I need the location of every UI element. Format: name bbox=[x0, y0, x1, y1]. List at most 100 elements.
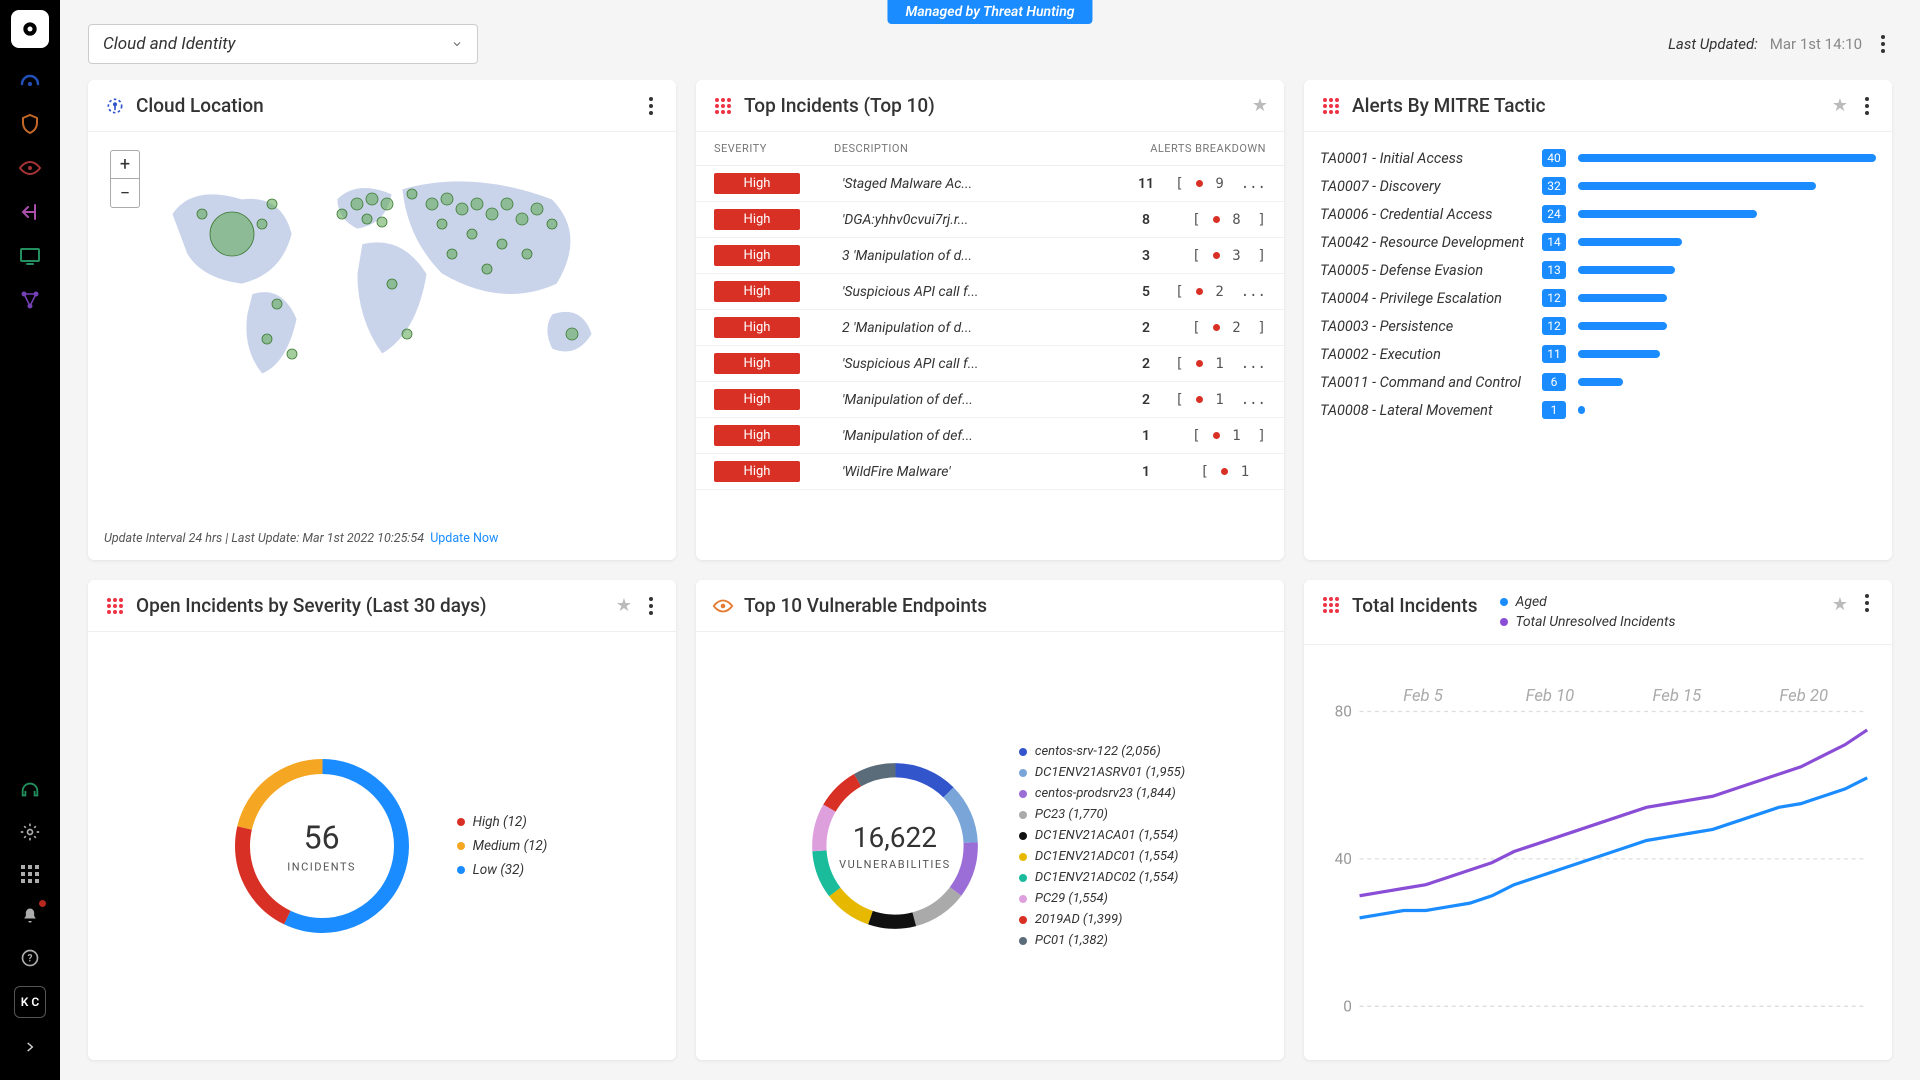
star-icon[interactable]: ★ bbox=[1252, 95, 1268, 116]
star-icon[interactable]: ★ bbox=[616, 595, 632, 616]
mitre-label: TA0011 - Command and Control bbox=[1320, 374, 1530, 391]
incident-description: 'Manipulation of def... bbox=[834, 392, 1126, 408]
svg-text:Feb 5: Feb 5 bbox=[1403, 687, 1443, 706]
login-icon[interactable] bbox=[16, 198, 44, 226]
target-icon bbox=[104, 95, 126, 117]
map-zoom-controls: + − bbox=[110, 150, 140, 208]
incident-description: 'WildFire Malware' bbox=[834, 464, 1126, 480]
legend-item[interactable]: Medium (12) bbox=[457, 838, 548, 854]
alerts-breakdown: [ 8 ] bbox=[1166, 212, 1266, 228]
severity-badge: High bbox=[714, 317, 800, 338]
legend-item[interactable]: PC29 (1,554) bbox=[1019, 891, 1185, 906]
cloud-location-card: Cloud Location + − bbox=[88, 80, 676, 560]
table-row[interactable]: High 'WildFire Malware' 1 [ 1 bbox=[696, 454, 1284, 490]
mitre-tactic-row[interactable]: TA0006 - Credential Access 24 bbox=[1320, 200, 1876, 228]
mitre-count: 40 bbox=[1542, 149, 1566, 167]
mitre-tactic-row[interactable]: TA0004 - Privilege Escalation 12 bbox=[1320, 284, 1876, 312]
dashboard-menu-icon[interactable] bbox=[1874, 35, 1892, 53]
legend-item[interactable]: DC1ENV21ASRV01 (1,955) bbox=[1019, 765, 1185, 780]
svg-text:80: 80 bbox=[1335, 703, 1352, 721]
legend-item[interactable]: 2019AD (1,399) bbox=[1019, 912, 1185, 927]
legend-item[interactable]: DC1ENV21ADC02 (1,554) bbox=[1019, 870, 1185, 885]
mitre-tactic-row[interactable]: TA0005 - Defense Evasion 13 bbox=[1320, 256, 1876, 284]
table-row[interactable]: High 'Staged Malware Ac... 11 [ 9 ... bbox=[696, 166, 1284, 202]
legend-item[interactable]: PC23 (1,770) bbox=[1019, 807, 1185, 822]
severity-badge: High bbox=[714, 425, 800, 446]
table-row[interactable]: High 'DGA:yhhv0cvui7rj.r... 8 [ 8 ] bbox=[696, 202, 1284, 238]
legend-item[interactable]: High (12) bbox=[457, 814, 548, 830]
star-icon[interactable]: ★ bbox=[1832, 594, 1848, 615]
mitre-tactic-row[interactable]: TA0011 - Command and Control 6 bbox=[1320, 368, 1876, 396]
legend-item[interactable]: centos-srv-122 (2,056) bbox=[1019, 744, 1185, 759]
mitre-tactic-row[interactable]: TA0002 - Execution 11 bbox=[1320, 340, 1876, 368]
card-menu-icon[interactable] bbox=[642, 597, 660, 615]
table-row[interactable]: High 2 'Manipulation of d... 2 [ 2 ] bbox=[696, 310, 1284, 346]
mitre-label: TA0001 - Initial Access bbox=[1320, 150, 1530, 167]
help-icon[interactable]: ? bbox=[16, 944, 44, 972]
mitre-tactic-row[interactable]: TA0003 - Persistence 12 bbox=[1320, 312, 1876, 340]
table-row[interactable]: High 'Suspicious API call f... 2 [ 1 ... bbox=[696, 346, 1284, 382]
dashboard-selector-value: Cloud and Identity bbox=[103, 34, 236, 54]
card-menu-icon[interactable] bbox=[642, 97, 660, 115]
alerts-breakdown: [ 2 ] bbox=[1166, 320, 1266, 336]
card-title: Top 10 Vulnerable Endpoints bbox=[744, 594, 1268, 617]
table-row[interactable]: High 'Manipulation of def... 1 [ 1 ] bbox=[696, 418, 1284, 454]
legend-item[interactable]: centos-prodsrv23 (1,844) bbox=[1019, 786, 1185, 801]
incident-description: 2 'Manipulation of d... bbox=[834, 320, 1126, 336]
incident-description: 'Suspicious API call f... bbox=[834, 356, 1126, 372]
legend-item[interactable]: PC01 (1,382) bbox=[1019, 933, 1185, 948]
eye-icon[interactable] bbox=[16, 154, 44, 182]
legend-item[interactable]: Aged bbox=[1500, 594, 1676, 610]
dashboard-selector[interactable]: Cloud and Identity bbox=[88, 24, 478, 64]
severity-badge: High bbox=[714, 389, 800, 410]
alert-count: 2 bbox=[1126, 392, 1166, 408]
severity-badge: High bbox=[714, 245, 800, 266]
mitre-label: TA0042 - Resource Development bbox=[1320, 234, 1530, 251]
map-footer: Update Interval 24 hrs | Last Update: Ma… bbox=[88, 523, 676, 560]
zoom-out-button[interactable]: − bbox=[111, 179, 139, 207]
card-title: Total Incidents bbox=[1352, 594, 1478, 617]
table-row[interactable]: High 'Manipulation of def... 2 [ 1 ... bbox=[696, 382, 1284, 418]
card-title: Top Incidents (Top 10) bbox=[744, 94, 1242, 117]
incident-description: 'Suspicious API call f... bbox=[834, 284, 1126, 300]
total-incidents-card: Total Incidents Aged Total Unresolved Inc… bbox=[1304, 580, 1892, 1060]
nodes-icon[interactable] bbox=[16, 286, 44, 314]
world-map[interactable]: + − bbox=[104, 144, 660, 404]
user-badge[interactable]: K C bbox=[14, 986, 46, 1018]
mitre-tactic-row[interactable]: TA0007 - Discovery 32 bbox=[1320, 172, 1876, 200]
mitre-label: TA0002 - Execution bbox=[1320, 346, 1530, 363]
card-menu-icon[interactable] bbox=[1858, 97, 1876, 115]
apps-icon[interactable] bbox=[16, 860, 44, 888]
star-icon[interactable]: ★ bbox=[1832, 95, 1848, 116]
bell-icon[interactable] bbox=[16, 902, 44, 930]
legend-item[interactable]: DC1ENV21ACA01 (1,554) bbox=[1019, 828, 1185, 843]
headset-icon[interactable] bbox=[16, 776, 44, 804]
table-row[interactable]: High 3 'Manipulation of d... 3 [ 3 ] bbox=[696, 238, 1284, 274]
mitre-tactic-row[interactable]: TA0008 - Lateral Movement 1 bbox=[1320, 396, 1876, 424]
expand-sidebar-icon[interactable] bbox=[14, 1032, 46, 1062]
zoom-in-button[interactable]: + bbox=[111, 151, 139, 179]
mitre-tactic-row[interactable]: TA0001 - Initial Access 40 bbox=[1320, 144, 1876, 172]
gear-icon[interactable] bbox=[16, 818, 44, 846]
last-updated-value: Mar 1st 14:10 bbox=[1770, 35, 1862, 53]
incident-description: 3 'Manipulation of d... bbox=[834, 248, 1126, 264]
app-logo[interactable] bbox=[11, 10, 49, 48]
incidents-donut-chart[interactable]: 56 INCIDENTS bbox=[217, 741, 427, 951]
update-now-link[interactable]: Update Now bbox=[430, 531, 498, 546]
gauge-icon[interactable] bbox=[16, 66, 44, 94]
monitor-icon[interactable] bbox=[16, 242, 44, 270]
mitre-tactic-row[interactable]: TA0042 - Resource Development 14 bbox=[1320, 228, 1876, 256]
shield-icon[interactable] bbox=[16, 110, 44, 138]
incidents-line-chart[interactable]: 04080Feb 5Feb 10Feb 15Feb 20 bbox=[1316, 653, 1880, 1052]
severity-badge: High bbox=[714, 461, 800, 482]
table-row[interactable]: High 'Suspicious API call f... 5 [ 2 ... bbox=[696, 274, 1284, 310]
legend-item[interactable]: DC1ENV21ADC01 (1,554) bbox=[1019, 849, 1185, 864]
legend-item[interactable]: Low (32) bbox=[457, 862, 548, 878]
endpoints-donut-chart[interactable]: 16,622 VULNERABILITIES bbox=[795, 746, 995, 946]
svg-text:Feb 15: Feb 15 bbox=[1653, 687, 1703, 706]
card-menu-icon[interactable] bbox=[1858, 594, 1876, 612]
card-title: Open Incidents by Severity (Last 30 days… bbox=[136, 594, 606, 617]
legend-item[interactable]: Total Unresolved Incidents bbox=[1500, 614, 1676, 630]
mitre-label: TA0003 - Persistence bbox=[1320, 318, 1530, 335]
incident-description: 'Manipulation of def... bbox=[834, 428, 1126, 444]
